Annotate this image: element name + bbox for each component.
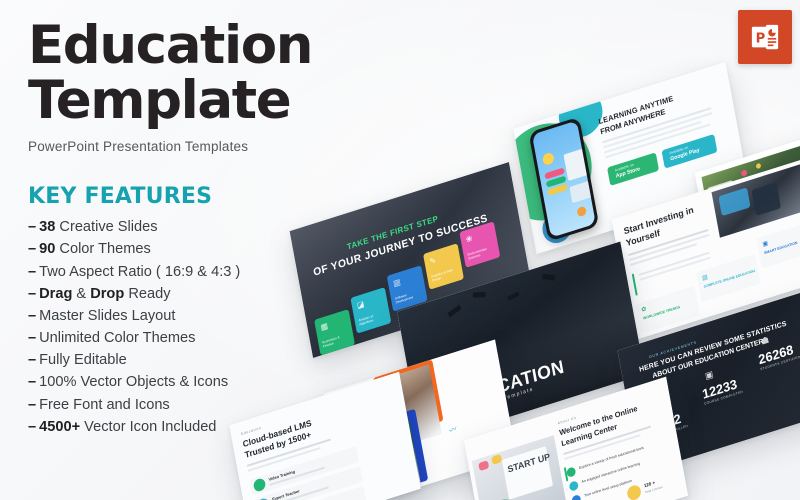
left-content-column: Education Template PowerPoint Presentati… — [28, 18, 498, 438]
feature-item: – Master Slides Layout — [28, 307, 176, 324]
feature-item: –100% Vector Objects & Icons — [28, 374, 229, 391]
feature-item: – Fully Editable — [28, 352, 127, 369]
powerpoint-logo-badge: P — [738, 10, 792, 64]
key-features-list: –38 Creative Slides –90 Color Themes – Tw… — [28, 216, 498, 438]
powerpoint-icon: P — [751, 24, 779, 50]
feature-item: – Drag & Drop Ready — [28, 285, 171, 302]
feature-item: –90 Color Themes — [28, 241, 151, 258]
feature-item: – Free Font and Icons — [28, 396, 170, 413]
page-title: Education Template — [28, 15, 314, 132]
feature-item: – Unlimited Color Themes — [28, 330, 196, 347]
feature-item: – Two Aspect Ratio ( 16:9 & 4:3 ) — [28, 263, 241, 280]
key-features-heading: KEY FEATURES — [28, 184, 213, 210]
feature-item: –38 Creative Slides — [28, 219, 158, 236]
feature-item: –4500+ Vector Icon Included — [28, 418, 217, 435]
svg-text:P: P — [756, 32, 766, 47]
page-subtitle: PowerPoint Presentation Templates — [28, 139, 249, 155]
